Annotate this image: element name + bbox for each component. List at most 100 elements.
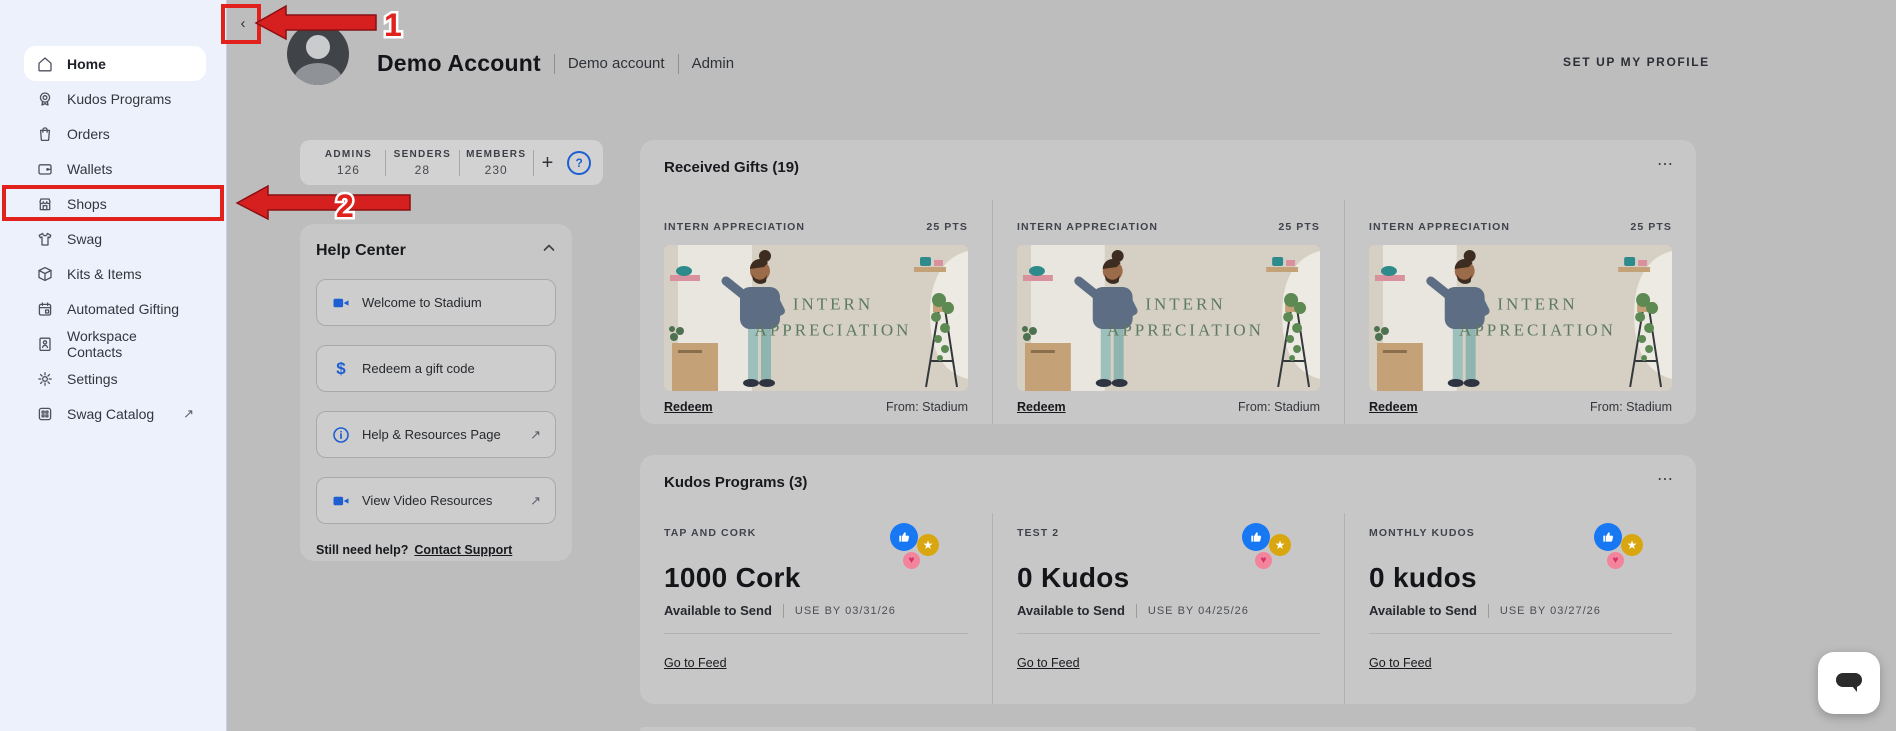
go-to-feed-link[interactable]: Go to Feed bbox=[1369, 656, 1432, 670]
gift-art-line2: APPRECIATION bbox=[1429, 318, 1646, 344]
help-center-header: Help Center bbox=[316, 241, 556, 260]
divider bbox=[1369, 633, 1672, 634]
gift-card-footer: Redeem From: Stadium bbox=[664, 400, 968, 414]
help-item-label: Redeem a gift code bbox=[362, 361, 475, 376]
help-item-label: View Video Resources bbox=[362, 493, 492, 508]
kudos-card: TEST 2 ★ ♥ 0 Kudos Available to Send USE… bbox=[992, 513, 1344, 704]
heart-icon: ♥ bbox=[903, 552, 920, 569]
sidebar-item-orders[interactable]: Orders bbox=[24, 116, 206, 151]
help-footer: Still need help? Contact Support bbox=[316, 543, 556, 557]
kudos-card: MONTHLY KUDOS ★ ♥ 0 kudos Available to S… bbox=[1344, 513, 1696, 704]
video-camera-icon bbox=[331, 293, 351, 313]
gift-points: 25 PTS bbox=[1278, 221, 1320, 233]
divider bbox=[1017, 633, 1320, 634]
setup-profile-button[interactable]: SET UP MY PROFILE bbox=[1563, 55, 1710, 69]
sidebar-item-automated-gifting[interactable]: Automated Gifting bbox=[24, 291, 206, 326]
gift-from: From: Stadium bbox=[1590, 400, 1672, 414]
help-center-panel: Help Center Welcome to Stadium $ Redeem … bbox=[300, 224, 572, 561]
kudos-meta: Available to Send USE BY 04/25/26 bbox=[1017, 603, 1320, 618]
gift-card-footer: Redeem From: Stadium bbox=[1369, 400, 1672, 414]
received-gifts-cards: INTERN APPRECIATION 25 PTS bbox=[640, 200, 1696, 424]
gift-art-line1: INTERN bbox=[1077, 292, 1294, 318]
sidebar-item-label: Swag Catalog bbox=[67, 406, 154, 422]
kudos-meta: Available to Send USE BY 03/31/26 bbox=[664, 603, 968, 618]
sidebar-item-settings[interactable]: Settings bbox=[24, 361, 206, 396]
sidebar-item-workspace-contacts[interactable]: Workspace Contacts bbox=[24, 326, 206, 361]
external-link-icon: ↗ bbox=[530, 427, 541, 443]
divider bbox=[1488, 604, 1489, 618]
help-item-redeem-gift-code[interactable]: $ Redeem a gift code bbox=[316, 345, 556, 392]
help-item-welcome[interactable]: Welcome to Stadium bbox=[316, 279, 556, 326]
kudos-status: Available to Send bbox=[1017, 603, 1125, 618]
help-item-resources-page[interactable]: Help & Resources Page ↗ bbox=[316, 411, 556, 458]
kudos-programs-panel: Kudos Programs (3) ⋯ TAP AND CORK ★ ♥ 10… bbox=[640, 455, 1696, 704]
gift-art-caption: INTERN APPRECIATION bbox=[724, 292, 942, 345]
gift-art-caption: INTERN APPRECIATION bbox=[1429, 292, 1646, 345]
sidebar-collapse-button[interactable]: ‹ bbox=[227, 6, 259, 40]
sidebar-item-swag-catalog[interactable]: Swag Catalog ↗ bbox=[24, 396, 206, 431]
stat-value: 230 bbox=[460, 163, 533, 177]
stat-admins: ADMINS 126 bbox=[312, 149, 385, 177]
heart-icon: ♥ bbox=[1255, 552, 1272, 569]
gift-card-labels: INTERN APPRECIATION 25 PTS bbox=[1369, 221, 1672, 233]
sidebar-item-kits-items[interactable]: Kits & Items bbox=[24, 256, 206, 291]
add-member-button[interactable]: + bbox=[542, 153, 554, 173]
help-item-label: Welcome to Stadium bbox=[362, 295, 482, 310]
help-question-icon[interactable]: ? bbox=[567, 151, 591, 175]
avatar-head-silhouette bbox=[306, 35, 330, 59]
overflow-menu-icon[interactable]: ⋯ bbox=[1657, 469, 1674, 489]
gift-illustration: INTERN APPRECIATION bbox=[664, 245, 968, 391]
sidebar-item-wallets[interactable]: Wallets bbox=[24, 151, 206, 186]
gift-from: From: Stadium bbox=[1238, 400, 1320, 414]
redeem-link[interactable]: Redeem bbox=[1369, 400, 1418, 414]
shops-icon bbox=[36, 195, 54, 213]
gift-art-line2: APPRECIATION bbox=[724, 318, 942, 344]
annotation-step-2: 2 bbox=[336, 188, 354, 224]
thumbs-up-icon bbox=[890, 523, 918, 551]
kudos-program-cards: TAP AND CORK ★ ♥ 1000 Cork Available to … bbox=[640, 513, 1696, 704]
thumbs-up-icon bbox=[1594, 523, 1622, 551]
kudos-status: Available to Send bbox=[664, 603, 772, 618]
page-title: Demo Account bbox=[377, 50, 541, 77]
chat-launcher-button[interactable] bbox=[1818, 652, 1880, 714]
app-root: Home Kudos Programs Orders Wallets Shops bbox=[0, 0, 1896, 731]
kudos-programs-header: Kudos Programs (3) ⋯ bbox=[640, 455, 1696, 492]
kudos-emoji-cluster: ★ ♥ bbox=[1594, 523, 1650, 571]
sidebar-item-label: Shops bbox=[67, 196, 107, 212]
account-header: Demo Account Demo account Admin bbox=[377, 50, 734, 77]
stat-senders: SENDERS 28 bbox=[386, 149, 459, 177]
help-footer-text: Still need help? bbox=[316, 543, 408, 557]
redeem-link[interactable]: Redeem bbox=[1017, 400, 1066, 414]
info-icon bbox=[331, 425, 351, 445]
sidebar-item-kudos-programs[interactable]: Kudos Programs bbox=[24, 81, 206, 116]
kudos-emoji-cluster: ★ ♥ bbox=[890, 523, 946, 571]
redeem-link[interactable]: Redeem bbox=[664, 400, 713, 414]
chevron-up-icon[interactable] bbox=[542, 241, 556, 260]
chat-bubble-icon bbox=[1834, 670, 1864, 696]
sidebar-item-swag[interactable]: Swag bbox=[24, 221, 206, 256]
heart-icon: ♥ bbox=[1607, 552, 1624, 569]
gift-art-line1: INTERN bbox=[1429, 292, 1646, 318]
sidebar-nav: Home Kudos Programs Orders Wallets Shops bbox=[0, 0, 226, 431]
home-icon bbox=[36, 55, 54, 73]
sidebar-item-shops[interactable]: Shops bbox=[24, 186, 206, 221]
external-link-icon: ↗ bbox=[530, 493, 541, 509]
stat-label: ADMINS bbox=[312, 149, 385, 160]
contact-support-link[interactable]: Contact Support bbox=[414, 543, 512, 557]
go-to-feed-link[interactable]: Go to Feed bbox=[1017, 656, 1080, 670]
gift-card: INTERN APPRECIATION 25 PTS bbox=[992, 200, 1344, 424]
go-to-feed-link[interactable]: Go to Feed bbox=[664, 656, 727, 670]
help-item-video-resources[interactable]: View Video Resources ↗ bbox=[316, 477, 556, 524]
sidebar-item-label: Swag bbox=[67, 231, 102, 247]
sidebar-item-home[interactable]: Home bbox=[24, 46, 206, 81]
swag-catalog-icon bbox=[36, 405, 54, 423]
kudos-programs-icon bbox=[36, 90, 54, 108]
gift-card: INTERN APPRECIATION 25 PTS bbox=[640, 200, 992, 424]
account-name: Demo account bbox=[568, 55, 665, 72]
overflow-menu-icon[interactable]: ⋯ bbox=[1657, 154, 1674, 174]
kudos-use-by: USE BY 03/27/26 bbox=[1500, 605, 1601, 617]
automated-gifting-icon bbox=[36, 300, 54, 318]
stat-label: SENDERS bbox=[386, 149, 459, 160]
sidebar-item-label: Kits & Items bbox=[67, 266, 142, 282]
orders-icon bbox=[36, 125, 54, 143]
